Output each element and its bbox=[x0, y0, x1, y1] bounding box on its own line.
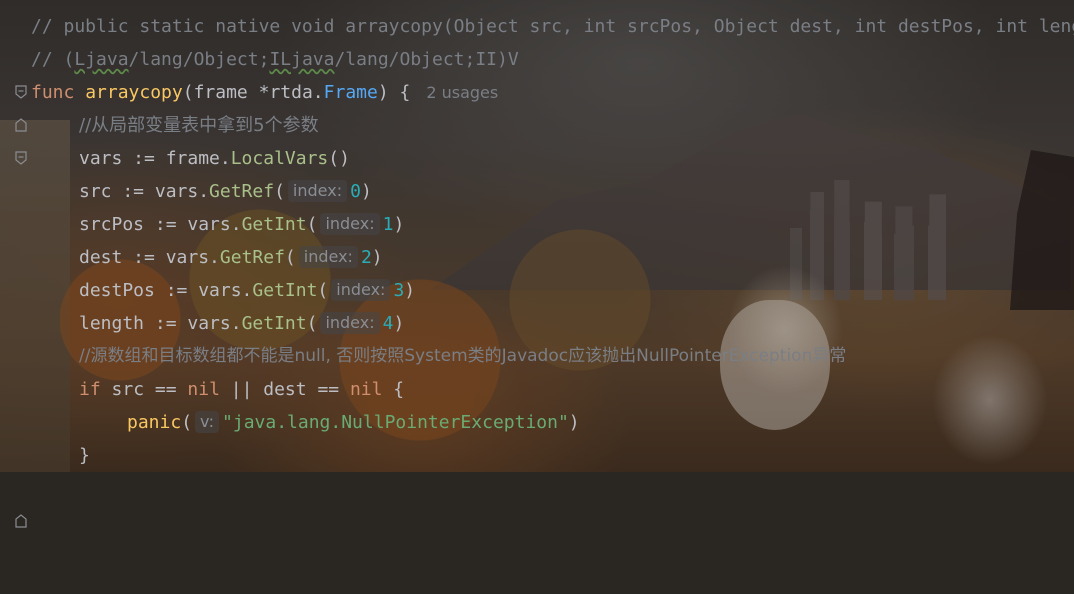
code-line-7[interactable]: srcPos := vars.GetInt(index: 1) bbox=[0, 208, 404, 241]
code-part: destPos := vars. bbox=[79, 280, 253, 301]
keyword-nil: nil bbox=[349, 379, 383, 400]
comment-text: // (Ljava/lang/Object;ILjava/lang/Object… bbox=[31, 43, 519, 76]
code-text: destPos := vars.GetInt(index: 3) bbox=[79, 274, 415, 307]
code-part: || dest == bbox=[219, 379, 350, 400]
code-part: src == bbox=[100, 379, 188, 400]
fold-marker-icon[interactable] bbox=[15, 85, 27, 165]
code-line-13[interactable]: panic(v: "java.lang.NullPointerException"… bbox=[0, 406, 580, 439]
code-part: ) bbox=[393, 313, 405, 334]
comment-spellcheck-word: ILjava bbox=[269, 49, 335, 70]
code-line-3[interactable]: func arraycopy(frame *rtda.Frame) { 2 usa… bbox=[0, 76, 498, 165]
method-name: LocalVars bbox=[230, 148, 329, 169]
code-part: ) bbox=[393, 214, 405, 235]
code-part: ( bbox=[317, 280, 329, 301]
code-part: (frame *rtda. bbox=[182, 82, 324, 103]
code-text: vars := frame.LocalVars() bbox=[79, 142, 350, 175]
code-line-10[interactable]: length := vars.GetInt(index: 4) bbox=[0, 307, 404, 340]
code-part: vars := frame. bbox=[79, 148, 231, 169]
parameter-hint: index: bbox=[287, 180, 348, 202]
fold-marker-icon[interactable] bbox=[15, 448, 27, 528]
usages-hint[interactable]: 2 usages bbox=[426, 83, 498, 102]
comment-text: // public static native void arraycopy(O… bbox=[31, 16, 1074, 37]
fold-marker-icon[interactable] bbox=[15, 19, 27, 99]
code-part: ( bbox=[306, 214, 318, 235]
method-name: GetRef bbox=[209, 181, 275, 202]
comment-part: // ( bbox=[31, 49, 75, 70]
code-part: ( bbox=[181, 412, 193, 433]
keyword-func: func bbox=[31, 82, 75, 103]
number-literal: 1 bbox=[382, 214, 394, 235]
parameter-hint: index: bbox=[320, 312, 380, 334]
code-part: ) bbox=[360, 181, 372, 202]
method-name: GetInt bbox=[241, 313, 307, 334]
parameter-hint: v: bbox=[195, 411, 220, 433]
number-literal: 3 bbox=[393, 280, 405, 301]
fold-marker-icon[interactable] bbox=[15, 52, 27, 132]
code-text: panic(v: "java.lang.NullPointerException"… bbox=[127, 406, 580, 439]
code-line-11[interactable]: //源数组和目标数组都不能是null, 否则按照System类的Javadoc应… bbox=[0, 340, 846, 373]
code-part: { bbox=[382, 379, 405, 400]
code-part: ) { bbox=[377, 82, 411, 103]
parameter-hint: index: bbox=[320, 213, 380, 235]
code-editor[interactable]: // public static native void arraycopy(O… bbox=[0, 0, 1074, 528]
code-line-14[interactable]: } bbox=[0, 439, 90, 528]
code-text: length := vars.GetInt(index: 4) bbox=[79, 307, 404, 340]
parameter-hint: index: bbox=[331, 279, 391, 301]
code-text: dest := vars.GetRef(index: 2) bbox=[79, 241, 383, 274]
number-literal: 0 bbox=[350, 181, 361, 202]
closing-brace: } bbox=[79, 445, 90, 466]
code-text: if src == nil || dest == nil { bbox=[79, 373, 404, 406]
code-part: src := vars. bbox=[79, 181, 210, 202]
builtin-panic: panic bbox=[127, 412, 182, 433]
code-line-2[interactable]: // (Ljava/lang/Object;ILjava/lang/Object… bbox=[0, 43, 519, 132]
code-line-6[interactable]: src := vars.GetRef(index: 0) bbox=[0, 175, 372, 208]
comment-part: /lang/Object;II)V bbox=[334, 49, 519, 70]
code-part: () bbox=[328, 148, 350, 169]
code-line-1[interactable]: // public static native void arraycopy(O… bbox=[0, 10, 1074, 99]
keyword-if: if bbox=[79, 379, 101, 400]
method-name: GetInt bbox=[252, 280, 318, 301]
code-part: dest := vars. bbox=[79, 247, 220, 268]
code-part: length := vars. bbox=[79, 313, 242, 334]
code-part: ) bbox=[404, 280, 416, 301]
code-part: ) bbox=[568, 412, 580, 433]
comment-part: /lang/Object; bbox=[128, 49, 270, 70]
code-line-4[interactable]: //从局部变量表中拿到5个参数 bbox=[0, 109, 319, 142]
code-part: ) bbox=[371, 247, 383, 268]
code-line-9[interactable]: destPos := vars.GetInt(index: 3) bbox=[0, 274, 415, 307]
code-text: func arraycopy(frame *rtda.Frame) { 2 usa… bbox=[31, 76, 498, 109]
code-line-12[interactable]: if src == nil || dest == nil { bbox=[0, 373, 404, 406]
code-part: ( bbox=[274, 181, 285, 202]
code-part: ( bbox=[306, 313, 318, 334]
code-line-8[interactable]: dest := vars.GetRef(index: 2) bbox=[0, 241, 383, 274]
number-literal: 2 bbox=[360, 247, 372, 268]
code-text: src := vars.GetRef(index: 0) bbox=[79, 175, 372, 208]
parameter-hint: index: bbox=[298, 246, 358, 268]
comment-spellcheck-word: Ljava bbox=[74, 49, 129, 70]
function-name: arraycopy bbox=[85, 82, 183, 103]
code-line-5[interactable]: vars := frame.LocalVars() bbox=[0, 142, 350, 175]
keyword-nil: nil bbox=[187, 379, 220, 400]
number-literal: 4 bbox=[382, 313, 394, 334]
code-text: srcPos := vars.GetInt(index: 1) bbox=[79, 208, 404, 241]
method-name: GetInt bbox=[241, 214, 307, 235]
comment-text: //从局部变量表中拿到5个参数 bbox=[79, 115, 319, 136]
comment-text: //源数组和目标数组都不能是null, 否则按照System类的Javadoc应… bbox=[79, 346, 847, 366]
method-name: GetRef bbox=[219, 247, 285, 268]
code-part: ( bbox=[284, 247, 296, 268]
type-name: Frame bbox=[323, 82, 378, 103]
string-literal: "java.lang.NullPointerException" bbox=[222, 412, 569, 433]
code-part: srcPos := vars. bbox=[79, 214, 242, 235]
